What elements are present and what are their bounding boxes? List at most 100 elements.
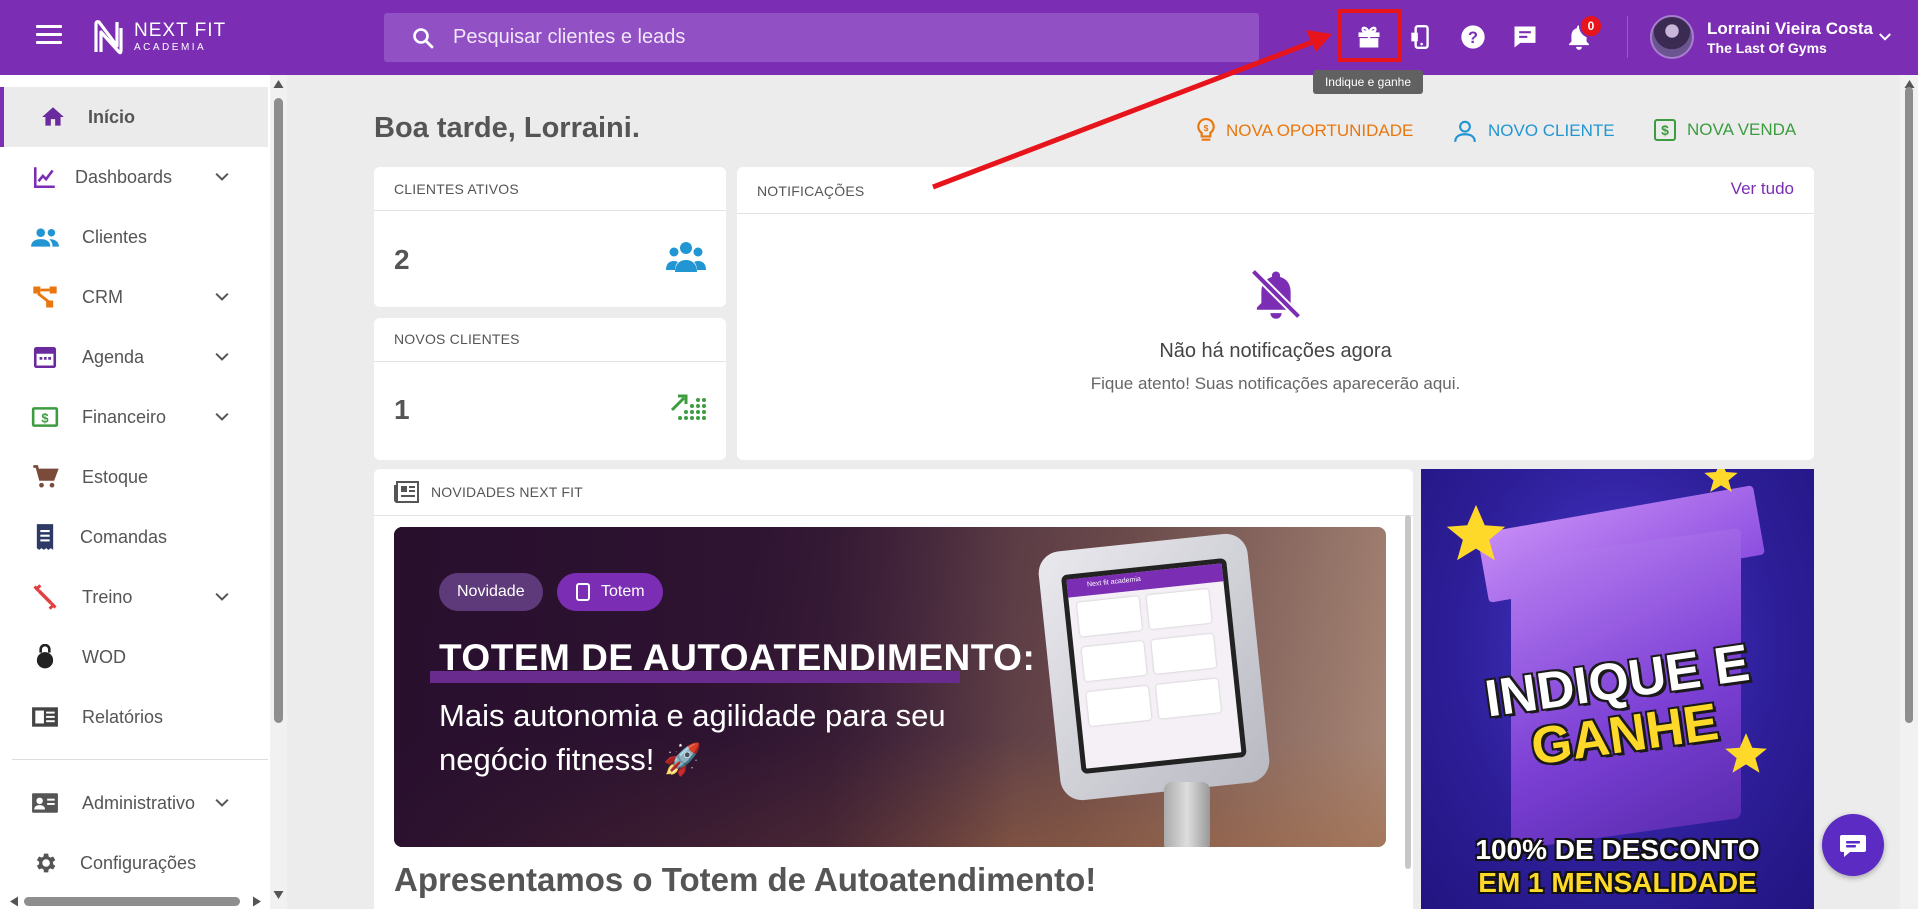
divider: [374, 210, 726, 211]
help-button[interactable]: ?: [1456, 20, 1490, 54]
chevron-down-icon[interactable]: [212, 793, 232, 813]
sidebar-scrollbar-thumb[interactable]: [274, 98, 283, 723]
sidebar-item-comandas[interactable]: Comandas: [0, 507, 268, 567]
sidebar-item-financeiro[interactable]: $ Financeiro: [0, 387, 268, 447]
sidebar-item-label: Início: [88, 106, 136, 127]
user-gym[interactable]: The Last Of Gyms: [1707, 40, 1827, 56]
people-group-icon: [666, 242, 706, 272]
card-title: NOTIFICAÇÕES: [757, 183, 865, 199]
svg-text:$: $: [1661, 122, 1669, 138]
sidebar-item-label: Relatórios: [82, 706, 164, 727]
sidebar-item-wod[interactable]: WOD: [0, 627, 268, 687]
user-name[interactable]: Lorraini Vieira Costa: [1707, 19, 1873, 39]
chat-icon: [1840, 835, 1866, 857]
sidebar-item-label: Comandas: [80, 526, 168, 547]
novidades-card: NOVIDADES NEXT FIT Next fit academia Nov…: [374, 469, 1413, 909]
mobile-phone-icon: [1411, 24, 1429, 50]
clientes-ativos-card: CLIENTES ATIVOS 2: [374, 167, 726, 307]
banner-subtitle: Mais autonomia e agilidade para seu negó…: [439, 698, 946, 777]
sidebar-item-label: Clientes: [82, 226, 148, 247]
report-icon: [30, 702, 60, 732]
search-bar[interactable]: [384, 13, 1259, 62]
logo-text: NEXT FIT: [134, 20, 227, 41]
hamburger-menu-icon[interactable]: [36, 25, 62, 47]
nova-venda-button[interactable]: $ NOVA VENDA: [1653, 118, 1796, 142]
mobile-app-button[interactable]: [1403, 20, 1437, 54]
chat-widget-button[interactable]: [1822, 814, 1884, 876]
sidebar-item-relatorios[interactable]: Relatórios: [0, 687, 268, 747]
star-icon: [1704, 469, 1738, 492]
sidebar-item-configuracoes[interactable]: Configurações: [0, 833, 268, 893]
lightbulb-icon: $: [1197, 118, 1215, 141]
chat-bubble-icon: [1514, 26, 1536, 48]
svg-text:?: ?: [1468, 29, 1478, 47]
search-input[interactable]: [453, 26, 1233, 49]
gear-icon: [30, 848, 60, 878]
sidebar-horizontal-scrollbar[interactable]: [10, 892, 261, 909]
scroll-up-arrow-icon[interactable]: [273, 80, 284, 88]
sidebar-item-label: Treino: [82, 586, 133, 607]
help-circle-icon: ?: [1461, 25, 1485, 49]
chevron-down-icon[interactable]: [1876, 28, 1894, 46]
sidebar-item-inicio[interactable]: Início: [0, 87, 268, 147]
chevron-down-icon[interactable]: [212, 587, 232, 607]
sidebar-item-agenda[interactable]: Agenda: [0, 327, 268, 387]
news-scrollbar-thumb[interactable]: [1405, 515, 1411, 869]
chevron-down-icon[interactable]: [212, 167, 232, 187]
messages-button[interactable]: [1508, 20, 1542, 54]
clientes-ativos-count: 2: [394, 244, 410, 275]
kettlebell-icon: [30, 642, 60, 672]
sidebar-item-treino[interactable]: Treino: [0, 567, 268, 627]
empty-state-subtitle: Fique atento! Suas notificações aparecer…: [1090, 374, 1461, 393]
sidebar-item-label: WOD: [82, 646, 126, 667]
chevron-down-icon[interactable]: [212, 287, 232, 307]
sidebar-item-clientes[interactable]: Clientes: [0, 207, 268, 267]
empty-state-title: Não há notificações agora: [1159, 340, 1392, 362]
sidebar-item-label: Estoque: [82, 466, 149, 487]
bell-off-icon: [1250, 268, 1302, 320]
divider: [1627, 16, 1628, 58]
svg-text:$: $: [41, 410, 48, 425]
people-icon: [30, 222, 60, 252]
logo-subtext: ACADEMIA: [134, 42, 207, 53]
crm-icon: [30, 282, 60, 312]
banner-title: TOTEM DE AUTOATENDIMENTO:: [439, 637, 1036, 678]
sidebar-horizontal-scrollbar-thumb[interactable]: [24, 897, 240, 906]
novos-clientes-count: 1: [394, 394, 410, 425]
novo-cliente-button[interactable]: NOVO CLIENTE: [1452, 118, 1615, 144]
novo-cliente-label: NOVO CLIENTE: [1488, 121, 1615, 140]
nova-oportunidade-button[interactable]: $ NOVA OPORTUNIDADE: [1196, 118, 1413, 144]
main-scrollbar[interactable]: [1900, 75, 1918, 909]
article-title[interactable]: Apresentamos o Totem de Autoatendimento!: [394, 861, 1096, 899]
divider: [737, 213, 1814, 214]
scroll-right-arrow-icon[interactable]: [253, 896, 261, 907]
sidebar: Início Dashboards Clientes CRM Agenda $ …: [0, 75, 270, 909]
calendar-icon: [30, 342, 60, 372]
chevron-down-icon[interactable]: [212, 407, 232, 427]
indique-e-ganhe-banner[interactable]: INDIQUE E GANHE 100% DE DESCONTO EM 1 ME…: [1421, 469, 1814, 909]
main-scrollbar-thumb[interactable]: [1905, 87, 1913, 723]
tablet-image: Next fit academia: [1036, 531, 1272, 803]
sidebar-item-administrativo[interactable]: Administrativo: [0, 773, 268, 833]
avatar[interactable]: [1650, 15, 1694, 59]
news-banner[interactable]: Next fit academia Novidade Totem TOTEM D…: [394, 527, 1386, 847]
promo-discount-line2: EM 1 MENSALIDADE: [1478, 867, 1757, 898]
receipt-icon: [30, 522, 60, 552]
sidebar-item-crm[interactable]: CRM: [0, 267, 268, 327]
sidebar-item-dashboards[interactable]: Dashboards: [0, 147, 268, 207]
nova-venda-label: NOVA VENDA: [1687, 120, 1797, 139]
totem-chip-label: Totem: [601, 583, 645, 600]
scroll-left-arrow-icon[interactable]: [10, 896, 18, 907]
card-title: NOVIDADES NEXT FIT: [431, 484, 583, 500]
notificacoes-card: NOTIFICAÇÕES Ver tudo Não há notificaçõe…: [737, 167, 1814, 460]
growth-chart-icon: [670, 394, 706, 420]
logo[interactable]: NEXT FIT ACADEMIA: [92, 18, 226, 56]
notification-badge: 0: [1579, 14, 1603, 38]
divider: [374, 361, 726, 362]
sidebar-item-label: CRM: [82, 286, 123, 307]
chevron-down-icon[interactable]: [212, 347, 232, 367]
ver-tudo-link[interactable]: Ver tudo: [1731, 179, 1794, 199]
scroll-down-arrow-icon[interactable]: [273, 891, 284, 899]
sidebar-item-estoque[interactable]: Estoque: [0, 447, 268, 507]
card-title: NOVOS CLIENTES: [394, 331, 520, 347]
